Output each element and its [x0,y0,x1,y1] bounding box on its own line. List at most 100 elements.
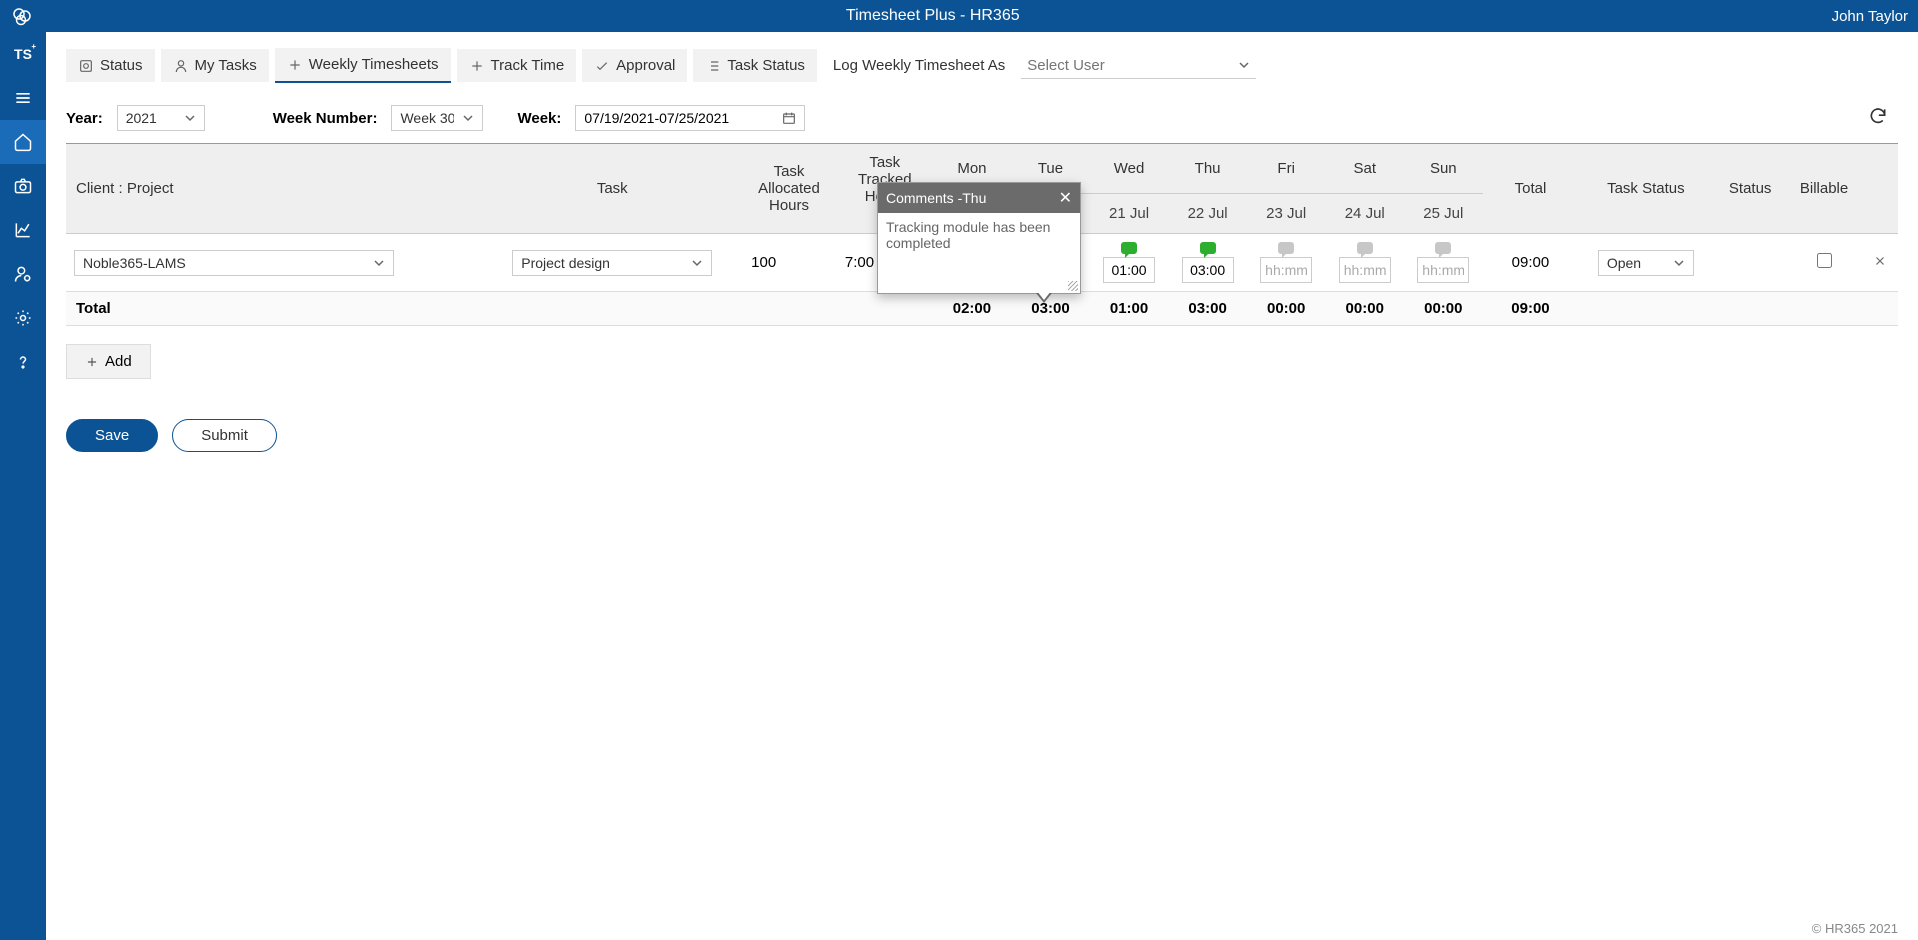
total-sat: 00:00 [1325,292,1404,326]
filters-row: Year: Week Number: Week: [46,91,1918,143]
list-icon [705,58,721,74]
tab-task-status[interactable]: Task Status [693,49,817,82]
sharepoint-icon [10,4,34,28]
week-number-label: Week Number: [273,110,378,127]
close-icon[interactable] [1873,255,1887,272]
total-fri: 00:00 [1247,292,1326,326]
total-thu: 03:00 [1168,292,1247,326]
col-status: Status [1713,144,1787,234]
total-mon: 02:00 [933,292,1012,326]
status-cell [1713,234,1787,292]
status-icon [78,58,94,74]
col-wed: Wed [1090,144,1169,194]
gear-icon[interactable] [0,296,46,340]
week-number-select[interactable] [391,105,483,131]
year-select[interactable] [117,105,205,131]
comment-icon[interactable] [1357,242,1373,254]
tab-weekly-label: Weekly Timesheets [309,56,439,73]
hours-thu-input[interactable] [1182,257,1234,283]
popover-body[interactable]: Tracking module has been completed [878,213,1080,293]
app-logo-icon[interactable]: TS+ [0,32,46,76]
user-name[interactable]: John Taylor [1832,8,1908,25]
col-sun: Sun [1404,144,1483,194]
select-user-dropdown[interactable] [1021,53,1256,79]
tab-status[interactable]: Status [66,49,155,82]
col-task: Task [483,144,741,234]
task-status-select[interactable] [1598,250,1694,276]
year-label: Year: [66,110,103,127]
tab-track-time[interactable]: Track Time [457,49,577,82]
tab-my-tasks-label: My Tasks [195,57,257,74]
log-as-label: Log Weekly Timesheet As [833,57,1005,74]
hours-sat-input[interactable] [1339,257,1391,283]
content-area: Status My Tasks Weekly Timesheets Track … [46,32,1918,940]
col-client-project: Client : Project [66,144,483,234]
home-icon[interactable] [0,120,46,164]
tab-approval-label: Approval [616,57,675,74]
date-fri: 23 Jul [1247,194,1326,234]
plus-icon [287,57,303,73]
total-wed: 01:00 [1090,292,1169,326]
tab-my-tasks[interactable]: My Tasks [161,49,269,82]
footer-copyright: © HR365 2021 [1812,921,1898,936]
add-button[interactable]: Add [66,344,151,379]
comment-icon[interactable] [1435,242,1451,254]
side-nav: TS+ [0,32,46,940]
popover-header: Comments -Thu ✕ [878,183,1080,213]
plus-icon [85,355,99,369]
grand-total: 09:00 [1483,292,1579,326]
chart-line-icon[interactable] [0,208,46,252]
calendar-icon[interactable] [781,110,797,131]
week-label: Week: [517,110,561,127]
hours-wed-input[interactable] [1103,257,1155,283]
popover-content: Tracking module has been completed [886,219,1050,251]
check-icon [594,58,610,74]
comment-icon[interactable] [1278,242,1294,254]
comment-popover: Comments -Thu ✕ Tracking module has been… [877,182,1081,294]
close-icon[interactable]: ✕ [1059,188,1072,208]
comment-icon[interactable] [1121,242,1137,254]
tab-bar: Status My Tasks Weekly Timesheets Track … [46,32,1918,91]
camera-icon[interactable] [0,164,46,208]
tab-task-status-label: Task Status [727,57,805,74]
date-thu: 22 Jul [1168,194,1247,234]
total-row: Total 02:00 03:00 01:00 03:00 00:00 00:0… [66,292,1898,326]
app-title: Timesheet Plus - HR365 [34,7,1832,25]
tab-approval[interactable]: Approval [582,49,687,82]
col-fri: Fri [1247,144,1326,194]
total-sun: 00:00 [1404,292,1483,326]
hamburger-icon[interactable] [0,76,46,120]
col-sat: Sat [1325,144,1404,194]
billable-checkbox[interactable] [1817,253,1832,268]
week-range-input[interactable] [575,105,805,131]
hours-fri-input[interactable] [1260,257,1312,283]
client-project-select[interactable] [74,250,394,276]
popover-title: Comments -Thu [886,190,986,206]
comment-icon[interactable] [1200,242,1216,254]
tab-status-label: Status [100,57,143,74]
action-row: Save Submit [46,379,1918,492]
col-billable: Billable [1787,144,1861,234]
row-total-cell: 09:00 [1483,234,1579,292]
refresh-icon[interactable] [1868,106,1888,131]
date-wed: 21 Jul [1090,194,1169,234]
col-allocated: Task Allocated Hours [741,144,837,234]
col-total: Total [1483,144,1579,234]
help-icon[interactable] [0,340,46,384]
allocated-cell: 100 [741,234,837,292]
resize-handle-icon[interactable] [1068,281,1078,291]
task-select[interactable] [512,250,712,276]
total-label: Total [66,292,483,326]
tab-weekly-timesheets[interactable]: Weekly Timesheets [275,48,451,83]
col-task-status: Task Status [1578,144,1713,234]
person-icon [173,58,189,74]
plus-icon [469,58,485,74]
hours-sun-input[interactable] [1417,257,1469,283]
user-settings-icon[interactable] [0,252,46,296]
save-button[interactable]: Save [66,419,158,452]
col-actions [1861,144,1898,234]
date-sun: 25 Jul [1404,194,1483,234]
tab-track-label: Track Time [491,57,565,74]
submit-button[interactable]: Submit [172,419,277,452]
date-sat: 24 Jul [1325,194,1404,234]
